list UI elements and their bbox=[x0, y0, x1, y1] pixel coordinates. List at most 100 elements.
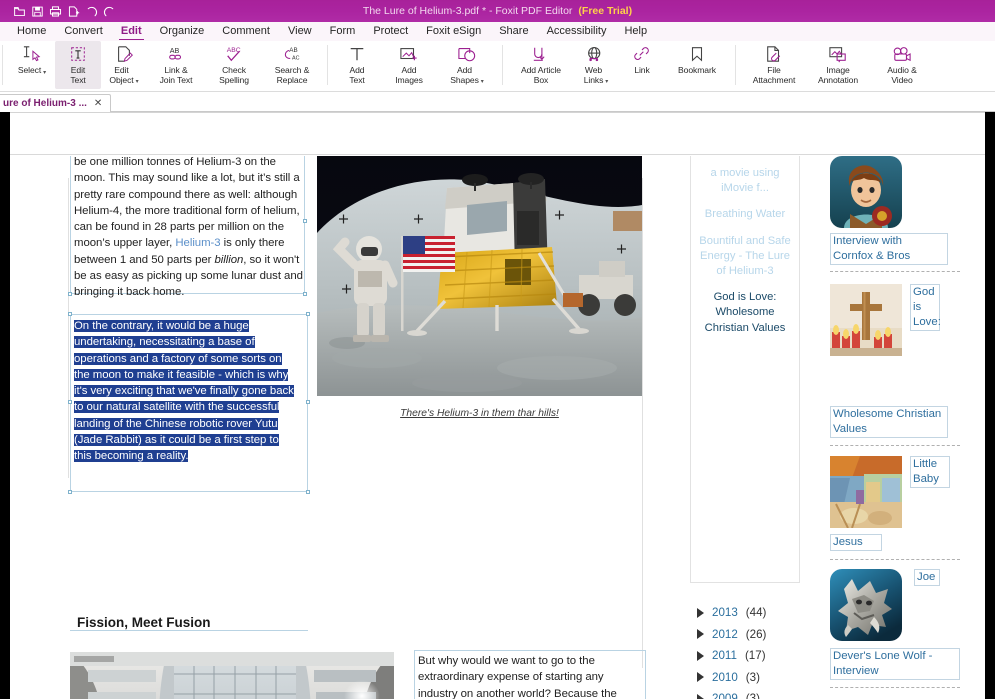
chevron-down-icon[interactable]: ▾ bbox=[605, 79, 608, 85]
menu-item-convert[interactable]: Convert bbox=[55, 22, 112, 41]
triangle-right-icon[interactable] bbox=[697, 629, 704, 639]
free-trial-badge: (Free Trial) bbox=[578, 5, 633, 17]
chevron-down-icon[interactable]: ▾ bbox=[136, 79, 139, 85]
helium-3-link[interactable]: Helium-3 bbox=[175, 237, 220, 249]
triangle-right-icon[interactable] bbox=[697, 607, 704, 618]
resize-handle[interactable] bbox=[306, 312, 310, 316]
edit-object-button[interactable]: Edit Object ▾ bbox=[101, 41, 147, 89]
menu-item-edit[interactable]: Edit bbox=[112, 22, 151, 41]
edit-text-label: Edit Text bbox=[70, 65, 86, 85]
boy-avatar-thumb[interactable] bbox=[830, 156, 902, 228]
file-attachment-button[interactable]: File Attachment bbox=[742, 41, 806, 89]
archive-year-label[interactable]: 2012 bbox=[712, 628, 738, 641]
add-images-label: Add Images bbox=[395, 65, 423, 85]
rail-caption-lone-wolf[interactable]: Dever's Lone Wolf - Interview bbox=[830, 648, 960, 680]
edit-text-button[interactable]: Edit Text bbox=[55, 41, 101, 89]
pdf-page[interactable]: be one million tonnes of Helium-3 on the… bbox=[10, 156, 985, 699]
resize-handle[interactable] bbox=[306, 400, 310, 404]
open-icon[interactable] bbox=[13, 5, 26, 18]
resize-handle[interactable] bbox=[306, 490, 310, 494]
menu-item-comment[interactable]: Comment bbox=[213, 22, 279, 41]
archive-year-label[interactable]: 2009 bbox=[712, 692, 738, 699]
link-join-text-label: Link & Join Text bbox=[159, 65, 193, 85]
archive-year-row[interactable]: 2013 (44) bbox=[692, 606, 798, 619]
rail-side-label-little-baby[interactable]: Little Baby bbox=[910, 456, 950, 488]
audio-video-button[interactable]: Audio & Video bbox=[870, 41, 934, 89]
chevron-down-icon[interactable]: ▾ bbox=[481, 79, 484, 85]
edit-object-icon bbox=[114, 44, 134, 64]
menu-item-share[interactable]: Share bbox=[490, 22, 537, 41]
web-links-button[interactable]: Web Links ▾ bbox=[573, 41, 619, 89]
paragraph-1-text-a: be one million tonnes of Helium-3 on the… bbox=[74, 156, 300, 250]
add-page-icon[interactable] bbox=[67, 5, 80, 18]
link-join-text-icon: AB bbox=[165, 44, 187, 64]
archive-year-label[interactable]: 2013 bbox=[712, 606, 738, 619]
recent-post-item[interactable]: God is Love: Wholesome Christian Values bbox=[695, 290, 795, 336]
menu-item-view[interactable]: View bbox=[279, 22, 321, 41]
rail-caption-cornfox[interactable]: Interview with Cornfox & Bros bbox=[830, 233, 948, 265]
archive-year-label[interactable]: 2010 bbox=[712, 671, 738, 684]
rail-caption-jesus[interactable]: Jesus bbox=[830, 534, 882, 551]
archive-year-row[interactable]: 2009 (3) bbox=[692, 692, 798, 699]
archive-year-row[interactable]: 2011 (17) bbox=[692, 649, 798, 662]
resize-handle[interactable] bbox=[68, 312, 72, 316]
recent-post-item[interactable]: Breathing Water bbox=[695, 207, 795, 222]
svg-text:ABC: ABC bbox=[227, 47, 241, 54]
recent-post-item[interactable]: a movie using iMovie f... bbox=[695, 166, 795, 196]
rail-side-label-joe[interactable]: Joe bbox=[914, 569, 940, 586]
add-shapes-button[interactable]: Add Shapes ▾ bbox=[438, 41, 496, 89]
edit-text-icon bbox=[68, 44, 88, 64]
add-article-box-button[interactable]: Add Article Box bbox=[509, 41, 573, 89]
resize-handle[interactable] bbox=[68, 400, 72, 404]
rail-caption-god-is-love[interactable]: Wholesome Christian Values bbox=[830, 406, 948, 438]
archive-year-row[interactable]: 2012 (26) bbox=[692, 628, 798, 641]
add-text-button[interactable]: Add Text bbox=[334, 41, 380, 89]
menu-item-home[interactable]: Home bbox=[8, 22, 55, 41]
nativity-painting-thumb[interactable] bbox=[830, 456, 902, 528]
rail-divider bbox=[830, 271, 960, 272]
menu-item-help[interactable]: Help bbox=[615, 22, 656, 41]
selected-text[interactable]: On the contrary, it would be a huge unde… bbox=[74, 320, 294, 463]
redo-icon[interactable] bbox=[103, 5, 116, 18]
menu-item-foxit-esign[interactable]: Foxit eSign bbox=[417, 22, 490, 41]
add-images-button[interactable]: Add Images bbox=[380, 41, 438, 89]
print-icon[interactable] bbox=[49, 5, 62, 18]
recent-post-item[interactable]: Bountiful and Safe Energy - The Lure of … bbox=[695, 234, 795, 280]
archive-year-label[interactable]: 2011 bbox=[712, 649, 737, 662]
link-label: Link bbox=[634, 65, 650, 75]
triangle-right-icon[interactable] bbox=[697, 672, 704, 682]
check-spelling-button[interactable]: ABC Check Spelling bbox=[205, 41, 263, 89]
bookmark-label: Bookmark bbox=[678, 65, 716, 75]
blog-sidebar: a movie using iMovie f... Breathing Water… bbox=[690, 156, 800, 583]
menu-item-accessibility[interactable]: Accessibility bbox=[538, 22, 616, 41]
cross-candles-thumb[interactable] bbox=[830, 284, 902, 356]
paragraph-1: be one million tonnes of Helium-3 on the… bbox=[74, 156, 306, 301]
select-button[interactable]: Select ▾ bbox=[9, 41, 55, 89]
document-tab-label: ure of Helium-3 ... bbox=[3, 98, 87, 109]
resize-handle[interactable] bbox=[68, 292, 72, 296]
resize-handle[interactable] bbox=[68, 490, 72, 494]
save-icon[interactable] bbox=[31, 5, 44, 18]
close-icon[interactable]: ✕ bbox=[94, 98, 102, 109]
triangle-right-icon[interactable] bbox=[697, 693, 704, 699]
document-tab[interactable]: ure of Helium-3 ... ✕ bbox=[0, 94, 112, 112]
link-join-text-button[interactable]: AB Link & Join Text bbox=[147, 41, 205, 89]
menu-item-protect[interactable]: Protect bbox=[364, 22, 417, 41]
archive-year-row[interactable]: 2010 (3) bbox=[692, 671, 798, 684]
link-button[interactable]: Link bbox=[619, 41, 665, 89]
menu-item-form[interactable]: Form bbox=[321, 22, 365, 41]
search-replace-button[interactable]: AB AC Search & Replace bbox=[263, 41, 321, 89]
bookmark-icon bbox=[687, 44, 707, 64]
rail-side-label-god-is-love[interactable]: God is Love: bbox=[910, 284, 941, 331]
svg-text:AC: AC bbox=[292, 55, 300, 61]
ribbon-separator bbox=[2, 45, 3, 85]
chevron-down-icon[interactable]: ▾ bbox=[43, 70, 46, 76]
image-annotation-button[interactable]: Image Annotation bbox=[806, 41, 870, 89]
undo-icon[interactable] bbox=[85, 5, 98, 18]
add-article-box-label: Add Article Box bbox=[521, 65, 561, 85]
triangle-right-icon[interactable] bbox=[697, 650, 704, 661]
search-replace-label: Search & Replace bbox=[274, 65, 310, 85]
wolf-emblem-thumb[interactable] bbox=[830, 569, 902, 641]
bookmark-button[interactable]: Bookmark bbox=[665, 41, 729, 89]
menu-item-organize[interactable]: Organize bbox=[151, 22, 214, 41]
